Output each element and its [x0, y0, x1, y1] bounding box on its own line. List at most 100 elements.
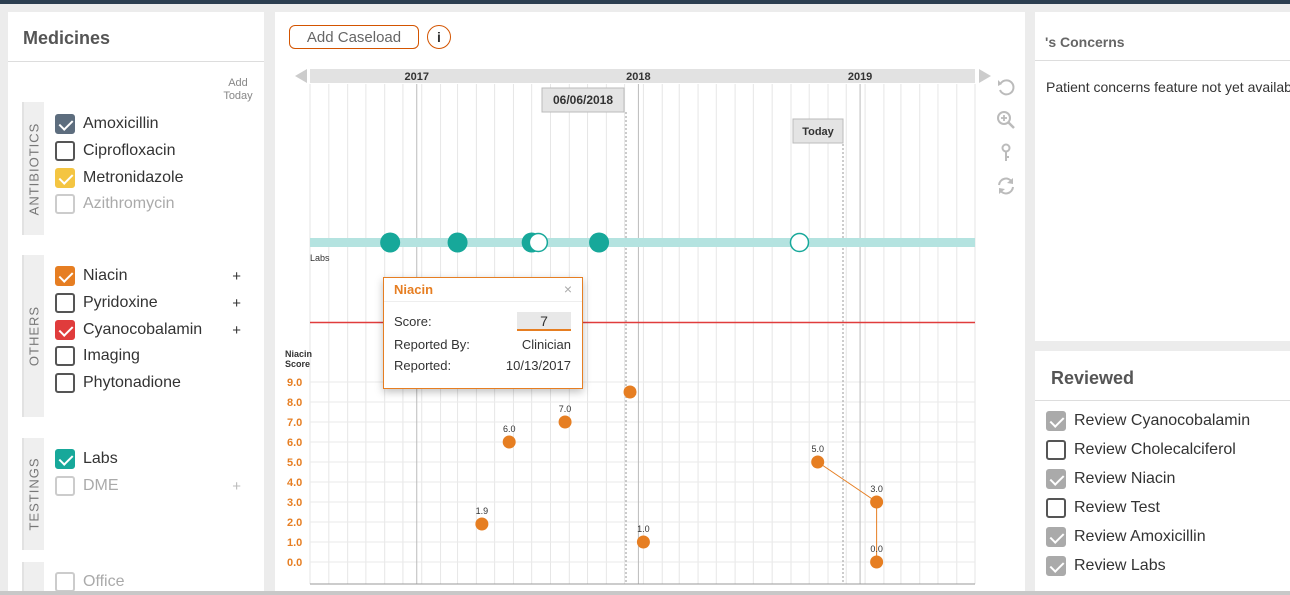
medicine-item-azithromycin[interactable]: Azithromycin: [55, 193, 255, 215]
medicine-label: Pyridoxine: [83, 294, 158, 311]
niacin-point[interactable]: [558, 415, 572, 429]
niacin-point[interactable]: [502, 435, 516, 449]
horizontal-scrollbar[interactable]: [0, 591, 1290, 595]
reviewed-label: Review Labs: [1074, 557, 1166, 574]
divider: [8, 61, 264, 62]
checkbox[interactable]: [55, 293, 75, 313]
medicine-item-dme[interactable]: DME +: [55, 475, 255, 497]
checkbox[interactable]: [55, 266, 75, 286]
medicine-label: Ciprofloxacin: [83, 142, 176, 159]
checkbox[interactable]: [1046, 527, 1066, 547]
niacin-point[interactable]: [870, 495, 884, 509]
score-value[interactable]: 7: [517, 312, 571, 331]
divider: [1035, 400, 1290, 401]
medicine-label: Azithromycin: [83, 195, 175, 212]
medicine-label: Niacin: [83, 267, 128, 284]
add-today-label: Add Today: [223, 77, 253, 102]
concerns-panel: 's Concerns Patient concerns feature not…: [1035, 12, 1290, 341]
undo-icon[interactable]: [995, 70, 1017, 103]
niacin-point[interactable]: [870, 555, 884, 569]
data-label: 1.9: [476, 506, 489, 516]
medicine-label: Office: [83, 573, 125, 590]
year-label: 2019: [848, 71, 872, 83]
medicines-title: Medicines: [23, 28, 111, 48]
checkbox[interactable]: [55, 194, 75, 214]
checkbox[interactable]: [55, 449, 75, 469]
divider: [1035, 60, 1290, 61]
labs-event[interactable]: [447, 232, 468, 253]
y-tick-label: 3.0: [287, 497, 302, 509]
niacin-point[interactable]: [623, 385, 637, 399]
key-icon[interactable]: [995, 136, 1017, 169]
checkbox[interactable]: [55, 476, 75, 496]
y-tick-label: 8.0: [287, 397, 302, 409]
medicine-item-cyanocobalamin[interactable]: Cyanocobalamin +: [55, 319, 255, 341]
checkbox[interactable]: [55, 373, 75, 393]
scroll-right-icon[interactable]: [979, 69, 991, 83]
checkbox[interactable]: [1046, 411, 1066, 431]
add-today-button[interactable]: +: [232, 322, 241, 339]
concerns-title: 's Concerns: [1045, 34, 1125, 50]
checkbox[interactable]: [1046, 556, 1066, 576]
scroll-left-icon[interactable]: [295, 69, 307, 83]
close-icon[interactable]: ×: [564, 281, 572, 297]
reviewed-item[interactable]: Review Niacin: [1046, 468, 1175, 490]
data-label: 0.0: [870, 544, 883, 554]
reported-label: Reported:: [394, 358, 452, 373]
labs-event[interactable]: [589, 232, 610, 253]
add-today-button[interactable]: +: [232, 295, 241, 312]
checkbox[interactable]: [1046, 469, 1066, 489]
medicine-item-imaging[interactable]: Imaging: [55, 345, 255, 367]
reviewed-label: Review Amoxicillin: [1074, 528, 1206, 545]
checkbox[interactable]: [55, 114, 75, 134]
reviewed-label: Review Cyanocobalamin: [1074, 412, 1251, 429]
y-tick-label: 1.0: [287, 537, 302, 549]
y-tick-label: 5.0: [287, 457, 302, 469]
niacin-point[interactable]: [811, 455, 825, 469]
refresh-icon[interactable]: [995, 169, 1017, 202]
reviewed-item[interactable]: Review Cholecalciferol: [1046, 439, 1236, 461]
add-today-button[interactable]: +: [232, 478, 241, 495]
zoom-in-icon[interactable]: [995, 103, 1017, 136]
medicine-item-metronidazole[interactable]: Metronidazole: [55, 167, 255, 189]
medicine-item-labs[interactable]: Labs: [55, 448, 255, 470]
medicine-item-pyridoxine[interactable]: Pyridoxine +: [55, 292, 255, 314]
niacin-popup: Niacin × Score: 7 Reported By: Clinician…: [383, 277, 583, 389]
reviewed-item[interactable]: Review Test: [1046, 497, 1160, 519]
reviewed-item[interactable]: Review Amoxicillin: [1046, 526, 1206, 548]
reported-by-value: Clinician: [521, 337, 571, 352]
checkbox[interactable]: [55, 572, 75, 592]
reported-value: 10/13/2017: [505, 358, 571, 373]
add-today-button[interactable]: +: [232, 268, 241, 285]
medicine-item-niacin[interactable]: Niacin +: [55, 265, 255, 287]
today-label: Today: [802, 126, 834, 138]
reviewed-label: Review Niacin: [1074, 470, 1176, 487]
labs-event[interactable]: [380, 232, 401, 253]
reviewed-item[interactable]: Review Labs: [1046, 555, 1166, 577]
checkbox[interactable]: [55, 346, 75, 366]
checkbox[interactable]: [55, 141, 75, 161]
checkbox[interactable]: [55, 320, 75, 340]
checkbox[interactable]: [1046, 498, 1066, 518]
score-axis-label: Score: [285, 359, 310, 369]
medicine-item-office[interactable]: Office: [55, 571, 255, 593]
medicine-item-phytonadione[interactable]: Phytonadione: [55, 372, 255, 394]
concerns-message: Patient concerns feature not yet availab…: [1046, 79, 1290, 95]
labs-event[interactable]: [528, 232, 549, 253]
medicine-label: Labs: [83, 450, 118, 467]
medicine-label: Amoxicillin: [83, 115, 159, 132]
timeline-tools: [995, 70, 1017, 202]
reviewed-item[interactable]: Review Cyanocobalamin: [1046, 410, 1250, 432]
checkbox[interactable]: [55, 168, 75, 188]
medicine-label: Imaging: [83, 347, 140, 364]
checkbox[interactable]: [1046, 440, 1066, 460]
score-axis-label: Niacin: [285, 349, 312, 359]
data-label: 3.0: [870, 484, 883, 494]
data-label: 5.0: [811, 444, 824, 454]
data-label: 7.0: [559, 404, 572, 414]
niacin-point[interactable]: [475, 517, 489, 531]
medicine-item-ciprofloxacin[interactable]: Ciprofloxacin: [55, 140, 255, 162]
medicine-item-amoxicillin[interactable]: Amoxicillin: [55, 113, 255, 135]
niacin-point[interactable]: [636, 535, 650, 549]
labs-event[interactable]: [789, 232, 810, 253]
